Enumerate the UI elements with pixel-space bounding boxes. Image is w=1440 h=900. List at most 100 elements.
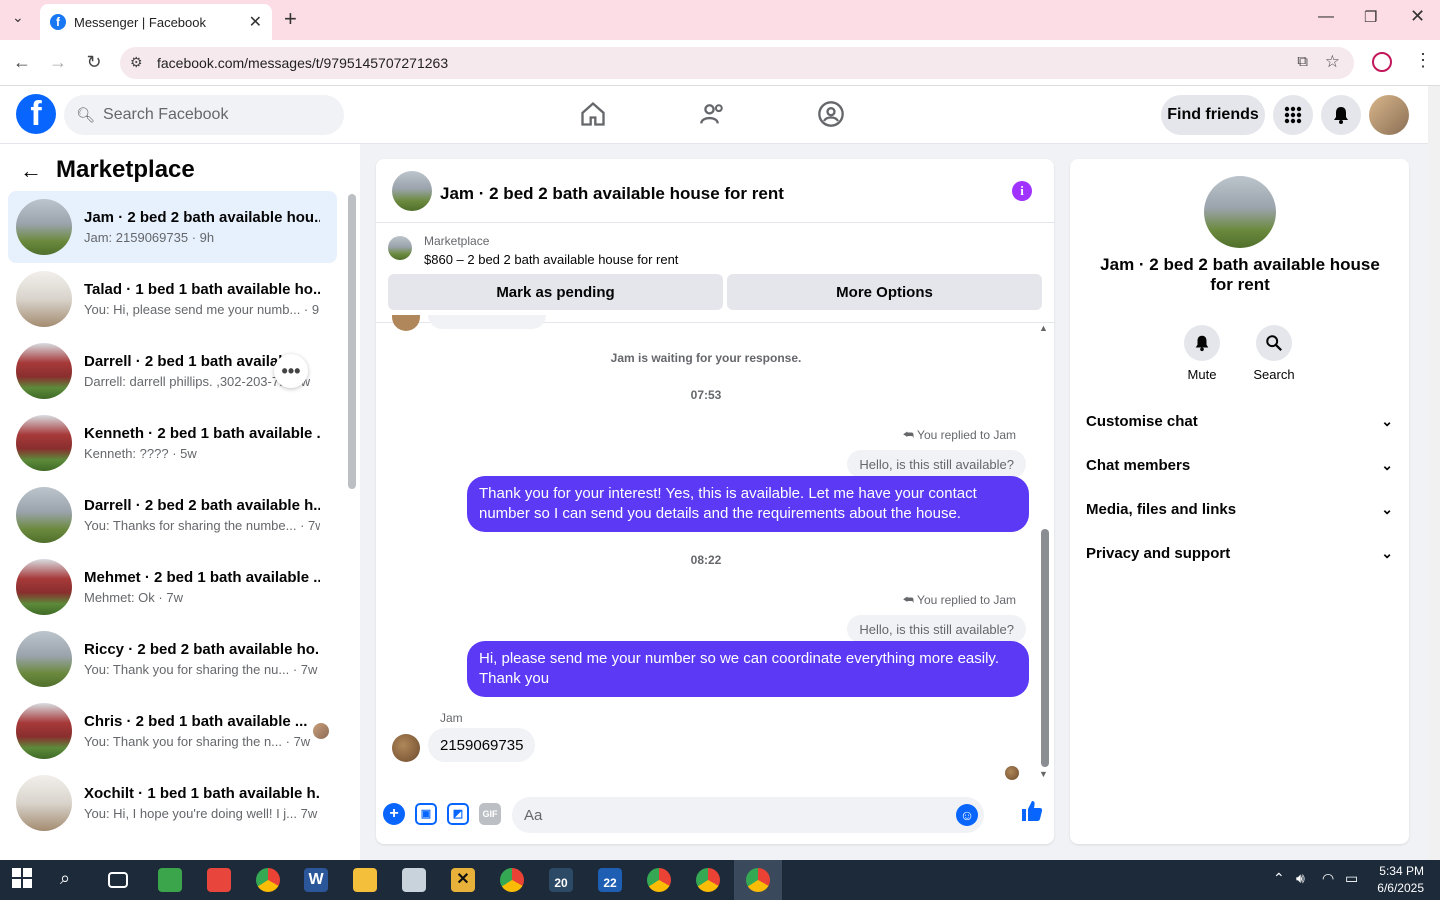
- tray-chevron-icon[interactable]: ⌃: [1273, 870, 1285, 887]
- conversation-item[interactable]: Chris · 2 bed 1 bath available ... You: T…: [8, 695, 337, 767]
- emoji-icon[interactable]: ☺: [956, 804, 978, 826]
- scroll-up-icon[interactable]: ▲: [1039, 323, 1048, 333]
- like-thumb-icon[interactable]: [1020, 799, 1044, 830]
- gif-icon[interactable]: GIF: [479, 803, 501, 825]
- conversation-options-icon[interactable]: •••: [274, 354, 308, 388]
- sent-message[interactable]: Hi, please send me your number so we can…: [467, 641, 1029, 697]
- more-options-button[interactable]: More Options: [727, 274, 1042, 310]
- word-icon[interactable]: W: [304, 868, 328, 892]
- add-more-icon[interactable]: +: [383, 803, 405, 825]
- listing-thumbnail: [16, 703, 72, 759]
- browser-tab[interactable]: f Messenger | Facebook ✕: [40, 4, 272, 40]
- install-app-icon[interactable]: ⧉: [1297, 53, 1308, 70]
- close-tab-icon[interactable]: ✕: [249, 12, 262, 32]
- app-icon-red[interactable]: [207, 868, 231, 892]
- page-scrollbar[interactable]: [1428, 86, 1440, 860]
- chrome-profile-icon[interactable]: [746, 868, 770, 892]
- sticker-icon[interactable]: ◩: [447, 803, 469, 825]
- search-input[interactable]: 🔍︎ Search Facebook: [64, 95, 344, 135]
- conversation-title: Chris · 2 bed 1 bath available ...: [84, 713, 308, 730]
- bookmark-star-icon[interactable]: ☆: [1325, 52, 1340, 72]
- search-in-chat-button[interactable]: Search: [1244, 325, 1304, 382]
- tab-list-chevron-icon[interactable]: ⌄: [12, 9, 24, 26]
- calendar-badge-icon[interactable]: 22: [598, 868, 622, 892]
- network-icon[interactable]: ◠: [1322, 870, 1334, 887]
- close-window-icon[interactable]: ✕: [1410, 6, 1425, 27]
- attach-photo-icon[interactable]: ▣: [415, 803, 437, 825]
- chrome-profile-icon[interactable]: [696, 868, 720, 892]
- conversation-title: Jam · 2 bed 2 bath available hou...: [84, 209, 320, 226]
- listing-thumbnail[interactable]: [388, 236, 412, 260]
- customise-chat-row[interactable]: Customise chat ⌄: [1086, 401, 1393, 441]
- marketplace-label: Marketplace: [424, 234, 490, 248]
- chat-members-row[interactable]: Chat members ⌄: [1086, 445, 1393, 485]
- info-icon[interactable]: i: [1012, 181, 1032, 201]
- minimize-icon[interactable]: —: [1318, 8, 1334, 26]
- file-explorer-icon[interactable]: [353, 868, 377, 892]
- app-icon-x[interactable]: ✕: [451, 868, 475, 892]
- listing-thumbnail: [16, 559, 72, 615]
- chevron-down-icon: ⌄: [1381, 544, 1393, 561]
- conversation-item[interactable]: Darrell · 2 bed 2 bath available h... You…: [8, 479, 337, 551]
- conversation-item[interactable]: Xochilt · 1 bed 1 bath available h... You…: [8, 767, 337, 839]
- sender-name: Jam: [440, 711, 463, 725]
- back-arrow-icon[interactable]: ←: [20, 158, 42, 184]
- received-message[interactable]: 2159069735: [428, 728, 536, 762]
- scroll-down-icon[interactable]: ▼: [1039, 769, 1048, 779]
- volume-icon[interactable]: 🔊︎: [1296, 870, 1305, 887]
- menu-grid-icon[interactable]: [1273, 95, 1313, 135]
- browser-menu-icon[interactable]: ⋮: [1414, 50, 1432, 71]
- address-bar[interactable]: ⚙ facebook.com/messages/t/97951457072712…: [120, 47, 1354, 79]
- home-icon[interactable]: [578, 100, 608, 130]
- facebook-logo-icon[interactable]: f: [16, 94, 56, 134]
- media-files-links-row[interactable]: Media, files and links ⌄: [1086, 489, 1393, 529]
- sender-avatar[interactable]: [392, 734, 420, 762]
- new-tab-icon[interactable]: +: [284, 6, 297, 32]
- calendar-badge-icon[interactable]: 20: [549, 868, 573, 892]
- chrome-icon[interactable]: [256, 868, 280, 892]
- row-label: Media, files and links: [1086, 500, 1237, 518]
- listing-price[interactable]: $860 – 2 bed 2 bath available house for …: [424, 252, 678, 267]
- listing-thumbnail: [16, 199, 72, 255]
- groups-icon[interactable]: [816, 100, 846, 130]
- mute-button[interactable]: Mute: [1172, 325, 1232, 382]
- conversation-item[interactable]: Talad · 1 bed 1 bath available ho... You:…: [8, 263, 337, 335]
- chrome-profile-icon[interactable]: [500, 868, 524, 892]
- notification-center-icon[interactable]: ▭: [1345, 870, 1358, 887]
- find-friends-button[interactable]: Find friends: [1161, 95, 1265, 135]
- previous-bubble-fragment: [428, 315, 546, 329]
- notifications-bell-icon[interactable]: [1321, 95, 1361, 135]
- system-clock[interactable]: 5:34 PM 6/6/2025: [1377, 863, 1424, 897]
- conversation-item[interactable]: Jam · 2 bed 2 bath available hou... Jam: …: [8, 191, 337, 263]
- quoted-message[interactable]: Hello, is this still available?: [847, 450, 1026, 478]
- conversation-item[interactable]: Kenneth · 2 bed 1 bath available ... Kenn…: [8, 407, 337, 479]
- chrome-profile-icon[interactable]: [647, 868, 671, 892]
- scrollbar[interactable]: [348, 194, 356, 489]
- forward-icon[interactable]: →: [46, 52, 70, 73]
- site-info-icon[interactable]: ⚙: [130, 54, 143, 71]
- listing-thumbnail: [16, 415, 72, 471]
- account-avatar[interactable]: [1369, 95, 1409, 135]
- quoted-message[interactable]: Hello, is this still available?: [847, 615, 1026, 643]
- privacy-support-row[interactable]: Privacy and support ⌄: [1086, 533, 1393, 573]
- reload-icon[interactable]: ↻: [82, 52, 106, 73]
- sent-message[interactable]: Thank you for your interest! Yes, this i…: [467, 476, 1029, 532]
- chat-title[interactable]: Jam · 2 bed 2 bath available house for r…: [440, 184, 784, 204]
- mark-as-pending-button[interactable]: Mark as pending: [388, 274, 723, 310]
- search-icon: 🔍︎: [76, 107, 96, 124]
- app-icon-green[interactable]: [158, 868, 182, 892]
- app-icon-tools[interactable]: [402, 868, 426, 892]
- conversation-item[interactable]: Mehmet · 2 bed 1 bath available ... Mehme…: [8, 551, 337, 623]
- start-windows-icon[interactable]: [12, 868, 36, 892]
- conversation-item[interactable]: Riccy · 2 bed 2 bath available ho... You:…: [8, 623, 337, 695]
- listing-avatar[interactable]: [392, 171, 432, 211]
- restore-icon[interactable]: ❐: [1364, 8, 1377, 26]
- search-icon[interactable]: ⌕: [60, 868, 84, 892]
- profile-icon[interactable]: [1372, 52, 1392, 72]
- message-input[interactable]: Aa ☺: [512, 797, 984, 833]
- listing-avatar-large[interactable]: [1204, 176, 1276, 248]
- task-view-icon[interactable]: [108, 872, 128, 888]
- back-icon[interactable]: ←: [10, 52, 34, 73]
- friends-icon[interactable]: [698, 100, 728, 130]
- chat-scrollbar[interactable]: [1041, 529, 1049, 767]
